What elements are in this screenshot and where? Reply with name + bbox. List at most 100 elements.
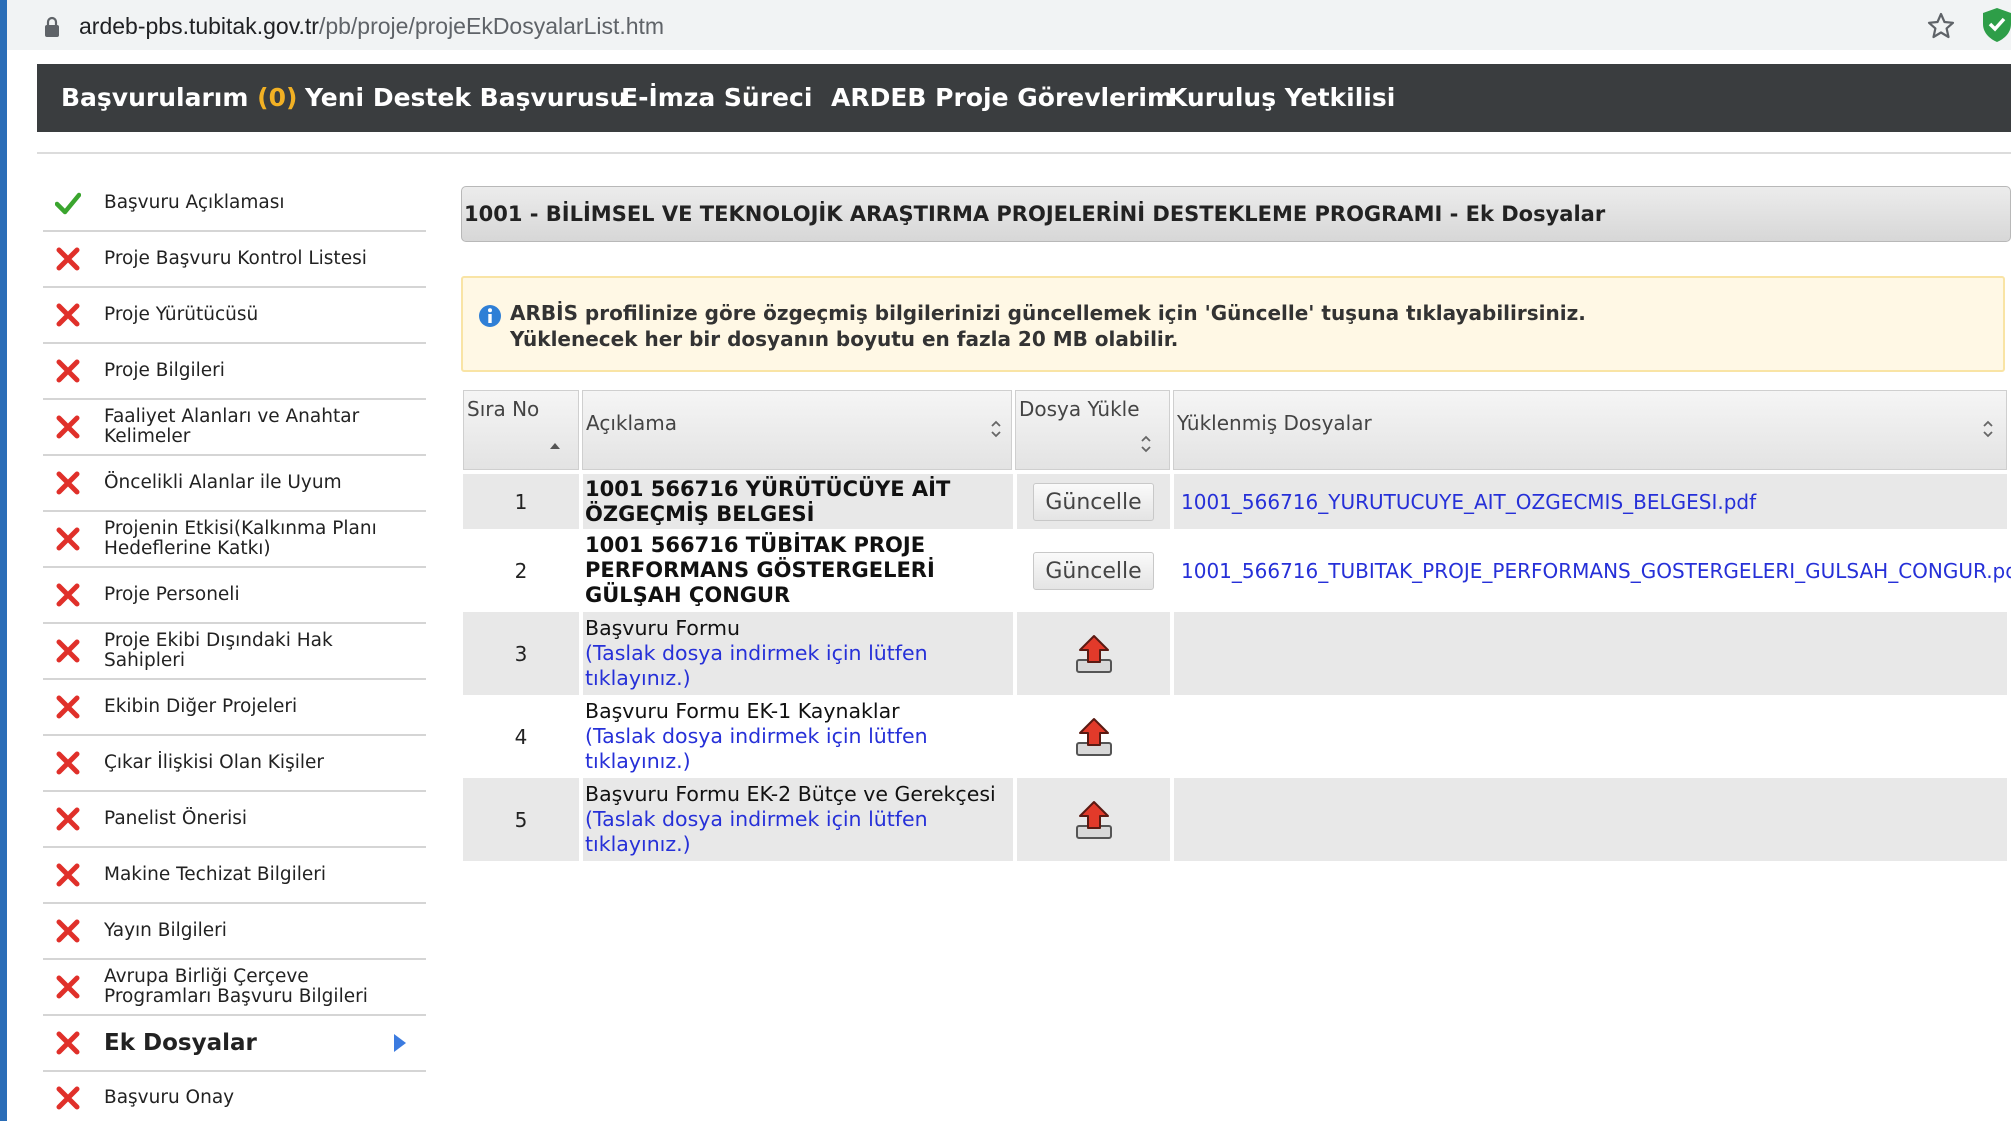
cross-icon — [56, 471, 80, 495]
cross-icon — [56, 639, 80, 663]
sidebar-item-label: Ek Dosyalar — [104, 1030, 257, 1056]
cross-icon — [56, 303, 80, 327]
nav-ardeb-proje-gorevlerim[interactable]: ARDEB Proje Görevlerim — [831, 64, 1173, 132]
column-dosya-yukle[interactable]: Dosya Yükle — [1015, 390, 1170, 470]
row-number: 4 — [514, 724, 528, 749]
bookmark-star-icon[interactable] — [1925, 10, 1957, 42]
row-number: 2 — [514, 558, 528, 583]
sidebar-item-panelist-onerisi[interactable]: Panelist Önerisi — [43, 792, 426, 848]
column-header-label: Açıklama — [586, 411, 678, 435]
row-description: 1001 566716 TÜBİTAK PROJE PERFORMANS GÖS… — [583, 529, 1013, 612]
page-title: 1001 - BİLİMSEL VE TEKNOLOJİK ARAŞTIRMA … — [461, 186, 2011, 242]
table-row: 4 Başvuru Formu EK-1 Kaynaklar (Taslak d… — [463, 695, 2007, 778]
sidebar-item-faaliyet-alanlari[interactable]: Faaliyet Alanları ve Anahtar Kelimeler — [43, 400, 426, 456]
row-file-cell — [1174, 612, 2007, 695]
sidebar-item-basvuru-onay[interactable]: Başvuru Onay — [43, 1072, 426, 1124]
row-title: Başvuru Formu — [585, 616, 741, 640]
sidebar-item-ek-dosyalar[interactable]: Ek Dosyalar — [43, 1016, 426, 1072]
row-title: Başvuru Formu EK-2 Bütçe ve Gerekçesi — [585, 782, 996, 806]
browser-address-bar: ardeb-pbs.tubitak.gov.tr/pb/proje/projeE… — [7, 0, 2011, 50]
column-header-label: Yüklenmiş Dosyalar — [1177, 411, 1372, 435]
cross-icon — [56, 1031, 80, 1055]
info-line-1: ARBİS profilinize göre özgeçmiş bilgiler… — [510, 301, 1586, 325]
sidebar-item-proje-personeli[interactable]: Proje Personeli — [43, 568, 426, 624]
sort-both-icon — [991, 420, 1001, 438]
column-aciklama[interactable]: Açıklama — [582, 390, 1012, 470]
sidebar-item-label: Yayın Bilgileri — [104, 920, 227, 941]
row-description: Başvuru Formu EK-2 Bütçe ve Gerekçesi (T… — [583, 778, 1013, 861]
cross-icon — [56, 751, 80, 775]
row-file-cell — [1174, 695, 2007, 778]
row-description: Başvuru Formu EK-1 Kaynaklar (Taslak dos… — [583, 695, 1013, 778]
row-upload-cell: Güncelle — [1017, 529, 1170, 612]
table-row: 1 1001 566716 YÜRÜTÜCÜYE AİT ÖZGEÇMİŞ BE… — [463, 474, 2007, 529]
sidebar-item-kontrol-listesi[interactable]: Proje Başvuru Kontrol Listesi — [43, 232, 426, 288]
sidebar-item-proje-bilgileri[interactable]: Proje Bilgileri — [43, 344, 426, 400]
files-table: Sıra No Açıklama Dosya Yükle Yüklenmiş D… — [463, 390, 2011, 861]
column-yuklenmis-dosyalar[interactable]: Yüklenmiş Dosyalar — [1173, 390, 2007, 470]
cross-icon — [56, 1086, 80, 1110]
sidebar-item-label: Proje Personeli — [104, 584, 240, 605]
sidebar-item-label: Makine Techizat Bilgileri — [104, 864, 327, 885]
row-file-cell: 1001_566716_TUBITAK_PROJE_PERFORMANS_GOS… — [1174, 529, 2011, 612]
sidebar-item-ekibin-diger-projeleri[interactable]: Ekibin Diğer Projeleri — [43, 680, 426, 736]
upload-icon[interactable] — [1072, 715, 1116, 759]
template-download-link[interactable]: (Taslak dosya indirmek için lütfen tıkla… — [585, 724, 1013, 774]
row-title: 1001 566716 TÜBİTAK PROJE PERFORMANS GÖS… — [585, 533, 935, 607]
info-line-2: Yüklenecek her bir dosyanın boyutu en fa… — [510, 327, 1179, 351]
sort-ascending-icon — [550, 443, 560, 449]
cross-icon — [56, 247, 80, 271]
sidebar-item-label: Proje Başvuru Kontrol Listesi — [104, 248, 367, 269]
sidebar-item-label: Proje Bilgileri — [104, 360, 225, 381]
sidebar-item-yayin-bilgileri[interactable]: Yayın Bilgileri — [43, 904, 426, 960]
table-row: 5 Başvuru Formu EK-2 Bütçe ve Gerekçesi … — [463, 778, 2007, 861]
table-header: Sıra No Açıklama Dosya Yükle Yüklenmiş D… — [463, 390, 2007, 470]
sidebar-item-label: Proje Yürütücüsü — [104, 304, 259, 325]
sidebar-item-label: Öncelikli Alanlar ile Uyum — [104, 472, 342, 493]
upload-icon[interactable] — [1072, 798, 1116, 842]
row-upload-cell: Güncelle — [1017, 474, 1170, 529]
cross-icon — [56, 863, 80, 887]
guncelle-button[interactable]: Güncelle — [1033, 482, 1154, 521]
lock-icon[interactable] — [44, 16, 60, 38]
cross-icon — [56, 919, 80, 943]
row-file-cell — [1174, 778, 2007, 861]
url-host: ardeb-pbs.tubitak.gov.tr — [79, 13, 319, 39]
sidebar-item-label: Avrupa Birliği Çerçeve Programları Başvu… — [104, 966, 368, 1007]
nav-basvurularim-count: (0) — [257, 83, 298, 112]
row-title: Başvuru Formu EK-1 Kaynaklar — [585, 699, 900, 723]
sidebar-item-oncelikli-alanlar[interactable]: Öncelikli Alanlar ile Uyum — [43, 456, 426, 512]
nav-kurulus-yetkilisi[interactable]: Kuruluş Yetkilisi — [1168, 64, 1395, 132]
column-sira-no[interactable]: Sıra No — [463, 390, 579, 470]
sort-both-icon — [1141, 435, 1151, 453]
nav-basvurularim[interactable]: Başvurularım (0) — [61, 64, 297, 132]
sidebar-item-projenin-etkisi[interactable]: Projenin Etkisi(Kalkınma Planı Hedefleri… — [43, 512, 426, 568]
cross-icon — [56, 975, 80, 999]
sidebar-item-makine-techizat[interactable]: Makine Techizat Bilgileri — [43, 848, 426, 904]
uploaded-file-link[interactable]: 1001_566716_TUBITAK_PROJE_PERFORMANS_GOS… — [1181, 559, 2011, 583]
sidebar-item-basvuru-aciklamasi[interactable]: Başvuru Açıklaması — [43, 176, 426, 232]
nav-e-imza-sureci[interactable]: E-İmza Süreci — [621, 64, 812, 132]
top-navigation: Başvurularım (0) Yeni Destek Başvurusu E… — [37, 64, 2011, 132]
url-text[interactable]: ardeb-pbs.tubitak.gov.tr/pb/proje/projeE… — [79, 13, 664, 40]
row-upload-cell — [1017, 778, 1170, 861]
nav-basvurularim-label: Başvurularım — [61, 83, 249, 112]
row-description: Başvuru Formu (Taslak dosya indirmek içi… — [583, 612, 1013, 695]
uploaded-file-link[interactable]: 1001_566716_YURUTUCUYE_AIT_OZGECMIS_BELG… — [1181, 490, 1756, 514]
upload-icon[interactable] — [1072, 632, 1116, 676]
sidebar-item-label: Proje Ekibi Dışındaki Hak Sahipleri — [104, 630, 333, 671]
guncelle-button[interactable]: Güncelle — [1033, 551, 1154, 590]
row-upload-cell — [1017, 695, 1170, 778]
checkmark-icon — [55, 192, 81, 215]
sidebar-item-proje-yurutucusu[interactable]: Proje Yürütücüsü — [43, 288, 426, 344]
sidebar-item-avrupa-birligi[interactable]: Avrupa Birliği Çerçeve Programları Başvu… — [43, 960, 426, 1016]
nav-yeni-destek-basvurusu[interactable]: Yeni Destek Başvurusu — [305, 64, 627, 132]
shield-extension-icon[interactable] — [1980, 6, 2011, 44]
row-description: 1001 566716 YÜRÜTÜCÜYE AİT ÖZGEÇMİŞ BELG… — [583, 474, 1013, 529]
url-omnibox[interactable]: ardeb-pbs.tubitak.gov.tr/pb/proje/projeE… — [19, 4, 1964, 44]
sidebar-item-hak-sahipleri[interactable]: Proje Ekibi Dışındaki Hak Sahipleri — [43, 624, 426, 680]
sidebar-item-cikar-iliskisi[interactable]: Çıkar İlişkisi Olan Kişiler — [43, 736, 426, 792]
template-download-link[interactable]: (Taslak dosya indirmek için lütfen tıkla… — [585, 641, 1013, 691]
sidebar-item-label: Çıkar İlişkisi Olan Kişiler — [104, 752, 324, 773]
template-download-link[interactable]: (Taslak dosya indirmek için lütfen tıkla… — [585, 807, 1013, 857]
